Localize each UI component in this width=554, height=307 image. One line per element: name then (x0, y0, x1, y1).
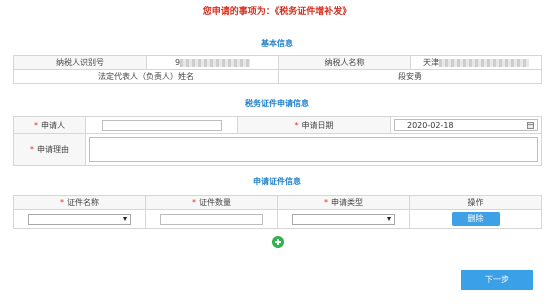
apply-date-label-cell: * 申请日期 (237, 116, 391, 134)
legal-rep-value: 段安勇 (278, 69, 542, 84)
cert-count-cell (145, 209, 278, 229)
basic-info-table: 纳税人识别号 9 纳税人名称 天津 法定代表人（负责人）姓名 段安勇 (13, 55, 542, 84)
taxpayer-name-masked (439, 58, 529, 67)
apply-date-cell: 2020-02-18 (390, 116, 542, 134)
col-apply-type-label: 申请类型 (331, 198, 363, 207)
taxpayer-name-prefix: 天津 (423, 58, 439, 67)
next-step-button[interactable]: 下一步 (461, 270, 533, 290)
apply-row-1: * 申请人 * 申请日期 2020-02-18 (13, 116, 542, 134)
basic-info-row-2: 法定代表人（负责人）姓名 段安勇 (13, 69, 542, 84)
cert-count-input[interactable] (160, 213, 263, 225)
col-cert-count: * 证件数量 (145, 195, 278, 210)
cert-name-cell (13, 209, 146, 229)
legal-rep-label: 法定代表人（负责人）姓名 (13, 69, 279, 84)
taxpayer-id-label: 纳税人识别号 (13, 55, 147, 70)
table-row: 删除 (13, 209, 542, 229)
calendar-icon[interactable] (527, 121, 534, 129)
chevron-down-icon (123, 217, 127, 221)
applicant-input[interactable] (101, 119, 222, 131)
cert-info-table: * 证件名称 * 证件数量 * 申请类型 操作 删除 (13, 195, 542, 229)
reason-label-cell: * 申请理由 (13, 133, 86, 166)
taxpayer-id-masked (180, 58, 251, 67)
basic-info-title: 基本信息 (261, 39, 293, 48)
cert-header-row: * 证件名称 * 证件数量 * 申请类型 操作 (13, 195, 542, 210)
col-cert-name-label: 证件名称 (67, 198, 99, 207)
required-mark: * (192, 198, 196, 207)
tax-cert-apply-table: * 申请人 * 申请日期 2020-02-18 * 申请理由 (13, 116, 542, 166)
reason-label: 申请理由 (37, 145, 69, 154)
applicant-label: 申请人 (41, 120, 65, 130)
delete-button[interactable]: 删除 (451, 212, 500, 226)
reason-textarea[interactable] (89, 137, 538, 162)
applicant-label-cell: * 申请人 (13, 116, 86, 134)
reason-cell (85, 133, 542, 166)
taxpayer-name-label: 纳税人名称 (278, 55, 411, 70)
apply-type-cell (277, 209, 410, 229)
apply-date-input[interactable]: 2020-02-18 (394, 119, 538, 131)
applicant-cell (85, 116, 238, 134)
required-mark: * (60, 198, 64, 207)
cert-name-select[interactable] (28, 213, 131, 225)
col-apply-type: * 申请类型 (277, 195, 410, 210)
page-title: 您申请的事项为：《税务证件增补发》 (202, 7, 352, 17)
cert-info-title: 申请证件信息 (253, 177, 301, 186)
action-cell: 删除 (409, 209, 542, 229)
chevron-down-icon (387, 217, 391, 221)
apply-type-select[interactable] (292, 213, 395, 225)
apply-date-value: 2020-02-18 (407, 120, 454, 130)
basic-info-row-1: 纳税人识别号 9 纳税人名称 天津 (13, 55, 542, 70)
add-row-icon[interactable] (272, 236, 284, 248)
apply-row-2: * 申请理由 (13, 133, 542, 166)
col-action: 操作 (409, 195, 542, 210)
required-mark: * (294, 120, 299, 130)
taxpayer-id-value: 9 (146, 55, 279, 70)
required-mark: * (324, 198, 328, 207)
col-cert-name: * 证件名称 (13, 195, 146, 210)
required-mark: * (34, 120, 38, 130)
taxpayer-name-value: 天津 (410, 55, 542, 70)
required-mark: * (30, 145, 34, 154)
apply-date-label: 申请日期 (301, 120, 334, 130)
col-cert-count-label: 证件数量 (199, 198, 231, 207)
tax-cert-apply-title: 税务证件申请信息 (245, 99, 309, 108)
